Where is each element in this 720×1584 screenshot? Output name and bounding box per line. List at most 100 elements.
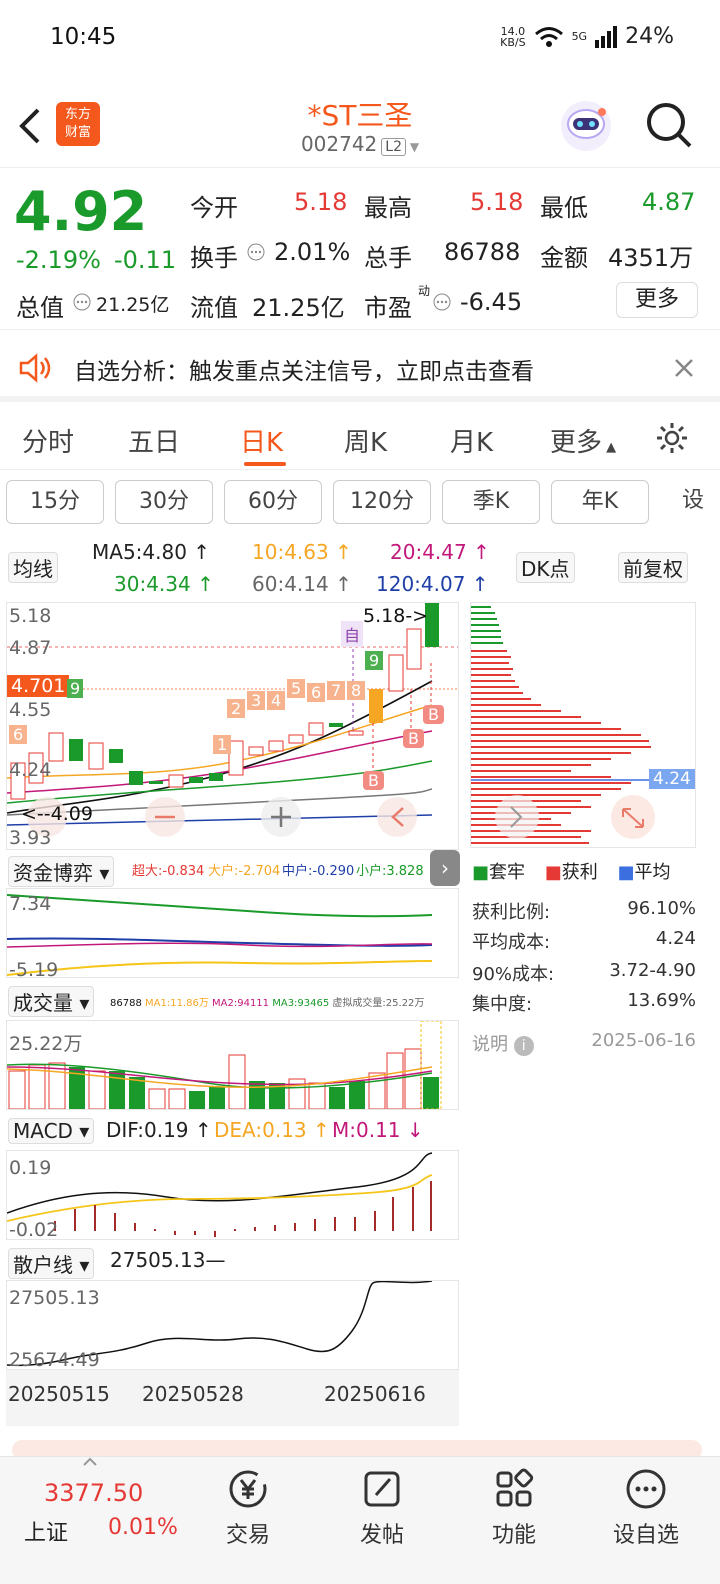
tab-daily-k[interactable]: 日K — [240, 422, 283, 459]
period-quarter[interactable]: 季K — [442, 480, 540, 524]
macd-dif: DIF:0.19 ↑ — [106, 1118, 212, 1142]
retail-selector-label: 散户线 — [13, 1253, 73, 1277]
alert-text: 自选分析：触发重点关注信号，立即点击查看 — [74, 359, 534, 385]
kline-y-top: 5.18 — [9, 605, 52, 627]
more-quote-button[interactable]: 更多 — [616, 282, 698, 318]
kline-y-2: 4.87 — [9, 637, 52, 659]
mcap-value: 21.25亿 — [96, 294, 170, 316]
dk-point-button[interactable]: DK点 — [516, 552, 575, 583]
info-dots-icon-3[interactable] — [432, 292, 452, 312]
close-icon[interactable] — [672, 356, 696, 380]
stat-value: 4.24 — [655, 928, 696, 949]
settings-gear-icon[interactable] — [654, 420, 690, 456]
macd-chart[interactable]: 0.19 -0.02 — [6, 1150, 459, 1241]
adjust-button[interactable]: 前复权 — [618, 552, 688, 583]
stat-key: 90%成本: — [472, 964, 555, 985]
info-dots-icon-2[interactable] — [246, 242, 266, 262]
open-value: 5.18 — [294, 188, 348, 216]
pe-label: 市盈 — [364, 294, 412, 322]
period-120m[interactable]: 120分 — [333, 480, 431, 524]
add-watchlist-button[interactable]: 设自选 — [596, 1465, 696, 1549]
post-button[interactable]: 发帖 — [332, 1465, 432, 1549]
macd-selector-label: MACD — [13, 1119, 73, 1143]
high-label: 最高 — [364, 194, 412, 222]
vol-ma2: MA2:94111 — [212, 998, 270, 1009]
mcap-label: 总值 — [16, 294, 64, 322]
retail-chart[interactable]: 27505.13 25674.49 — [6, 1280, 459, 1371]
kline-current-price-tag: 4.701 — [7, 675, 70, 697]
buy-signal-2: B — [403, 729, 424, 748]
vol-virtual: 虚拟成交量:25.22万 — [332, 998, 425, 1009]
edit-icon — [364, 1471, 400, 1507]
ma5-label: MA5:4.80 ↑ — [92, 540, 211, 564]
volume-selector[interactable]: 成交量 ▾ — [8, 986, 95, 1017]
active-tab-underline — [244, 462, 286, 466]
stat-key: 获利比例: — [472, 902, 551, 923]
macd-dea-value: DEA:0.13 — [214, 1118, 307, 1142]
tab-intraday[interactable]: 分时 — [22, 422, 74, 459]
chevron-right-icon[interactable]: › — [430, 850, 460, 886]
alert-banner[interactable]: 自选分析：触发重点关注信号，立即点击查看 — [0, 334, 720, 402]
tab-weekly-k[interactable]: 周K — [344, 422, 387, 459]
ma120-value: 120:4.07 — [376, 572, 466, 596]
high-value: 5.18 — [470, 188, 524, 216]
tab-monthly-k[interactable]: 月K — [450, 422, 493, 459]
ma-selector[interactable]: 均线 — [8, 552, 58, 583]
date-start: 20250515 — [8, 1382, 110, 1406]
fund-chart[interactable]: 7.34 -5.19 — [6, 888, 459, 981]
chip-note-row[interactable]: 说明 i 2025-06-16 — [472, 1030, 696, 1056]
trade-button[interactable]: 交易 — [198, 1465, 298, 1549]
change-pct: -2.19% — [16, 246, 101, 274]
tab-five-day[interactable]: 五日 — [128, 422, 180, 459]
period-15m[interactable]: 15分 — [6, 480, 104, 524]
ma30-value: 30:4.34 — [114, 572, 191, 596]
period-60m[interactable]: 60分 — [224, 480, 322, 524]
info-dots-icon[interactable] — [72, 292, 92, 312]
macd-selector-box: MACD ▾ — [8, 1118, 95, 1144]
index-value[interactable]: 3377.50 — [44, 1479, 143, 1507]
more-dots-icon — [626, 1469, 666, 1509]
pe-dynamic-mark: 动 — [418, 284, 431, 298]
signal-icon — [595, 25, 618, 48]
macd-dea: DEA:0.13 ↑ — [214, 1118, 330, 1142]
fund-selector-box: 资金博弈 ▾ — [8, 856, 115, 887]
stat-key: 集中度: — [472, 994, 533, 1015]
self-select-mark: 自 — [341, 621, 364, 647]
period-year[interactable]: 年K — [551, 480, 649, 524]
status-bar: 10:45 14.0 KB/S 5G 24% — [0, 0, 720, 80]
robot-assistant-icon[interactable] — [558, 98, 614, 154]
stat-avg-cost: 平均成本: 4.24 — [472, 928, 696, 954]
ma-selector-label: 均线 — [8, 552, 58, 583]
tab-more-label: 更多 — [550, 428, 603, 458]
yuan-cycle-icon — [229, 1470, 267, 1508]
fund-svg — [6, 894, 433, 976]
ma30-label: 30:4.34 ↑ — [114, 572, 214, 596]
search-icon[interactable] — [644, 100, 694, 150]
ma20-value: 20:4.47 — [390, 540, 467, 564]
period-30m[interactable]: 30分 — [115, 480, 213, 524]
kline-low-tag: <--4.09 — [21, 803, 93, 825]
macd-m: M:0.11 ↓ — [332, 1118, 424, 1142]
fund-y-top: 7.34 — [9, 893, 52, 915]
retail-selector[interactable]: 散户线 ▾ — [8, 1248, 95, 1279]
stat-value: 13.69% — [627, 990, 696, 1011]
wifi-icon — [534, 26, 563, 47]
tab-more[interactable]: 更多 ▲ — [550, 422, 616, 459]
fund-selector[interactable]: 资金博弈 ▾ — [8, 856, 115, 887]
kline-chart[interactable]: 5.18 4.87 4.701 4.55 4.24 3.93 5.18-> <-… — [6, 602, 459, 850]
buy-signal-3: B — [423, 705, 444, 724]
low-label: 最低 — [540, 194, 588, 222]
fund-selector-label: 资金博弈 — [13, 861, 93, 885]
volume-chart[interactable]: 25.22万 — [6, 1020, 459, 1110]
td-mark-1: 1 — [213, 735, 232, 754]
dk-point-label: DK点 — [516, 552, 575, 583]
amount-label: 金额 — [540, 244, 588, 272]
volume-selector-label: 成交量 — [13, 991, 73, 1015]
low-value: 4.87 — [642, 188, 696, 216]
ma10-label: 10:4.63 ↑ — [252, 540, 352, 564]
period-settings[interactable]: 设 — [660, 480, 720, 524]
macd-selector[interactable]: MACD ▾ — [8, 1118, 95, 1144]
stat-value: 3.72-4.90 — [609, 960, 696, 981]
chip-distribution[interactable]: 4.24 — [470, 602, 696, 848]
functions-button[interactable]: 功能 — [464, 1465, 564, 1549]
